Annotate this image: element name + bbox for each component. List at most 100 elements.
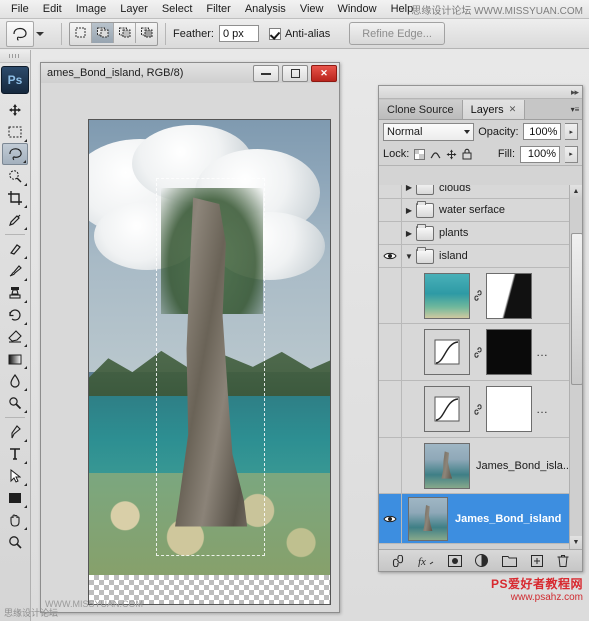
close-icon[interactable]: ✕	[509, 104, 517, 115]
crop-tool[interactable]	[2, 187, 28, 209]
brush-tool[interactable]	[2, 260, 28, 282]
lock-transparency-icon[interactable]	[414, 148, 426, 160]
visibility-toggle[interactable]	[379, 185, 402, 198]
new-selection-button[interactable]	[70, 22, 92, 43]
fill-stepper[interactable]: ▸	[565, 145, 578, 163]
layer-thumbnail[interactable]	[408, 496, 448, 541]
link-layers-icon[interactable]	[392, 554, 404, 567]
lock-all-icon[interactable]	[462, 148, 472, 160]
eyedropper-tool[interactable]	[2, 209, 28, 231]
link-icon[interactable]	[473, 290, 483, 301]
gradient-tool[interactable]	[2, 348, 28, 370]
marquee-tool[interactable]	[2, 121, 28, 143]
move-tool[interactable]	[2, 99, 28, 121]
layer-mask-thumbnail[interactable]	[486, 272, 532, 319]
menu-layer[interactable]: Layer	[113, 1, 155, 17]
layer-mask-thumbnail[interactable]	[486, 329, 532, 375]
link-icon[interactable]	[473, 403, 483, 415]
lock-position-icon[interactable]	[446, 149, 457, 160]
layer-thumbnail[interactable]	[424, 442, 470, 489]
antialias-checkbox-wrap[interactable]: Anti-alias	[268, 27, 335, 40]
layer-mask-thumbnail[interactable]	[486, 386, 532, 432]
adjustment-layer-thumbnail[interactable]	[424, 329, 470, 375]
clone-stamp-tool[interactable]	[2, 282, 28, 304]
layer-row-james-bond-isla[interactable]: James_Bond_isla...	[379, 438, 582, 494]
scroll-up-button[interactable]: ▲	[570, 185, 582, 198]
menu-analysis[interactable]: Analysis	[238, 1, 293, 17]
adjustment-layer-thumbnail[interactable]	[424, 386, 470, 432]
layer-row-water-serface[interactable]: ▶ water serface	[379, 199, 582, 222]
menu-file[interactable]: File	[4, 1, 36, 17]
intersect-selection-button[interactable]	[136, 22, 157, 43]
layer-row-clouds[interactable]: ▶ clouds	[379, 185, 582, 199]
dodge-tool[interactable]	[2, 392, 28, 414]
add-layer-mask-icon[interactable]	[447, 554, 462, 567]
quick-selection-tool[interactable]	[2, 165, 28, 187]
feather-input[interactable]: 0 px	[218, 25, 259, 42]
document-title-bar[interactable]: ames_Bond_island, RGB/8) ✕	[41, 63, 339, 84]
healing-brush-tool[interactable]	[2, 238, 28, 260]
visibility-toggle[interactable]	[379, 494, 402, 543]
layer-row-plants[interactable]: ▶ plants	[379, 222, 582, 245]
collapse-arrows-icon[interactable]: ▸▸	[571, 87, 579, 98]
close-button[interactable]: ✕	[311, 65, 337, 82]
chevron-down-icon[interactable]: ▼	[402, 252, 416, 261]
tab-clone-source[interactable]: Clone Source	[379, 100, 463, 119]
lock-image-pixels-icon[interactable]	[430, 149, 441, 160]
layer-row-island[interactable]: ▼ island	[379, 245, 582, 268]
visibility-toggle[interactable]	[379, 268, 402, 323]
visibility-toggle[interactable]	[379, 381, 402, 437]
panel-menu-icon[interactable]: ▾≡	[568, 100, 582, 119]
tab-layers[interactable]: Layers ✕	[462, 100, 526, 119]
layers-list[interactable]: ▶ clouds ▶ water serface ▶ plants ▼ isla…	[379, 185, 582, 549]
layer-row-adjustment-white[interactable]: …	[379, 381, 582, 438]
layers-scrollbar[interactable]: ▲ ▼	[569, 185, 583, 549]
opacity-input[interactable]: 100%	[522, 123, 562, 140]
refine-edge-button[interactable]: Refine Edge...	[349, 22, 445, 45]
hand-tool[interactable]	[2, 509, 28, 531]
scroll-down-button[interactable]: ▼	[570, 536, 582, 549]
menu-window[interactable]: Window	[330, 1, 383, 17]
fill-input[interactable]: 100%	[520, 145, 560, 163]
new-adjustment-layer-icon[interactable]	[475, 554, 489, 567]
visibility-toggle[interactable]	[379, 245, 402, 267]
tools-panel-handle[interactable]	[0, 50, 30, 63]
image-canvas[interactable]	[88, 119, 331, 605]
add-to-selection-button[interactable]	[92, 22, 114, 43]
maximize-button[interactable]	[282, 65, 308, 82]
history-brush-tool[interactable]	[2, 304, 28, 326]
minimize-button[interactable]	[253, 65, 279, 82]
more-options-icon[interactable]: …	[536, 345, 549, 359]
new-layer-icon[interactable]	[531, 554, 544, 567]
menu-select[interactable]: Select	[155, 1, 200, 17]
path-selection-tool[interactable]	[2, 465, 28, 487]
layer-row-adjustment-black[interactable]: …	[379, 324, 582, 381]
visibility-toggle[interactable]	[379, 324, 402, 380]
type-tool[interactable]	[2, 443, 28, 465]
canvas-area[interactable]: WWW.MISSYUAN.COM	[41, 83, 339, 612]
tool-preset-caret[interactable]	[36, 31, 44, 36]
menu-edit[interactable]: Edit	[36, 1, 69, 17]
chevron-right-icon[interactable]: ▶	[402, 185, 416, 192]
menu-filter[interactable]: Filter	[199, 1, 237, 17]
shape-tool[interactable]	[2, 487, 28, 509]
panel-drag-handle[interactable]: ▸▸	[379, 86, 582, 99]
layer-style-icon[interactable]: fx	[418, 555, 434, 567]
layer-thumbnail[interactable]	[424, 272, 470, 319]
antialias-checkbox[interactable]	[268, 27, 281, 40]
blend-mode-select[interactable]: Normal	[383, 122, 475, 141]
eraser-tool[interactable]	[2, 326, 28, 348]
lasso-tool[interactable]	[2, 143, 28, 165]
more-options-icon[interactable]: …	[536, 402, 549, 416]
tool-preset-picker[interactable]	[6, 20, 44, 47]
menu-image[interactable]: Image	[69, 1, 114, 17]
subtract-from-selection-button[interactable]	[114, 22, 136, 43]
visibility-toggle[interactable]	[379, 222, 402, 244]
selection-mode-group[interactable]	[69, 21, 158, 46]
new-group-icon[interactable]	[502, 555, 518, 567]
chevron-right-icon[interactable]: ▶	[402, 206, 416, 215]
layer-row-image-mask[interactable]	[379, 268, 582, 324]
pen-tool[interactable]	[2, 421, 28, 443]
visibility-toggle[interactable]	[379, 199, 402, 221]
visibility-toggle[interactable]	[379, 438, 402, 493]
